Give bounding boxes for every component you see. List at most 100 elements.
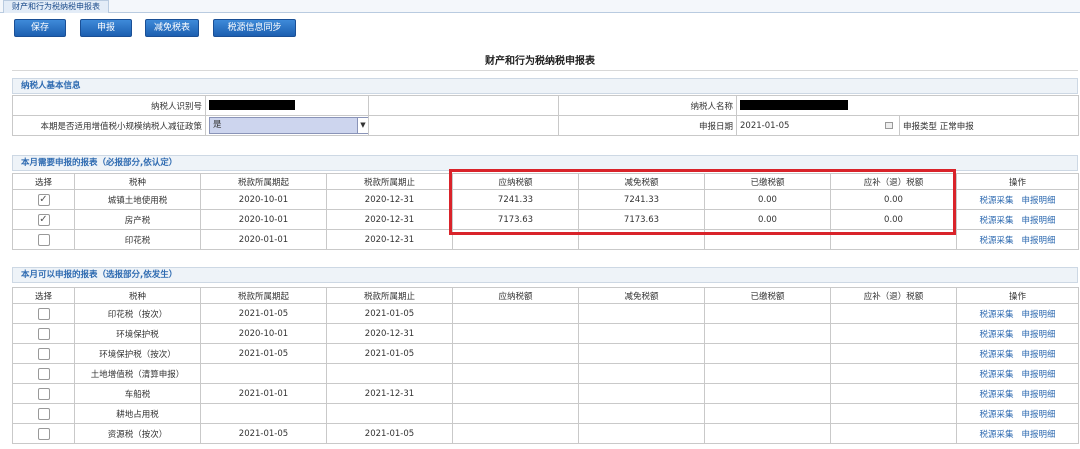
declare-detail-link[interactable]: 申报明细 [1022, 390, 1056, 400]
calendar-icon[interactable] [885, 121, 894, 129]
col-tax-payable: 应补（退）税额 [830, 287, 957, 304]
period-end: 2021-01-05 [326, 303, 453, 324]
period-end: 2021-12-31 [326, 383, 453, 404]
tax-type: 车船税 [74, 383, 201, 404]
period-end: 2021-01-05 [326, 423, 453, 444]
row-checkbox[interactable] [37, 407, 50, 420]
declare-detail-link[interactable]: 申报明细 [1022, 196, 1056, 206]
declare-detail-link[interactable]: 申报明细 [1022, 370, 1056, 380]
period-start [200, 363, 327, 384]
tax-relief: 7173.63 [578, 209, 705, 230]
col-period-start: 税款所属期起 [200, 173, 327, 190]
declare-detail-link[interactable]: 申报明细 [1022, 330, 1056, 340]
tax-payable: 0.00 [830, 209, 957, 230]
period-start: 2020-10-01 [200, 189, 327, 210]
col-tax-due: 应纳税额 [452, 287, 579, 304]
tax-payable [830, 229, 957, 250]
col-tax-type: 税种 [74, 173, 201, 190]
policy-select[interactable]: 是 ▼ [209, 117, 368, 134]
save-button[interactable]: 保存 [14, 19, 66, 37]
period-start: 2020-01-01 [200, 229, 327, 250]
tax-source-collect-link[interactable]: 税源采集 [979, 410, 1013, 420]
tax-source-collect-link[interactable]: 税源采集 [979, 216, 1013, 226]
taxpayer-name-value [736, 95, 1079, 116]
col-select: 选择 [12, 287, 75, 304]
redaction-bar [209, 100, 295, 111]
tab-bar: 财产和行为税纳税申报表 [0, 0, 1080, 13]
period-start: 2021-01-05 [200, 423, 327, 444]
declare-detail-link[interactable]: 申报明细 [1022, 236, 1056, 246]
tax-type: 印花税 [74, 229, 201, 250]
tax-source-collect-link[interactable]: 税源采集 [979, 236, 1013, 246]
tax-source-collect-link[interactable]: 税源采集 [979, 196, 1013, 206]
blank-cell [368, 95, 559, 116]
tax-source-collect-link[interactable]: 税源采集 [979, 370, 1013, 380]
tax-source-collect-link[interactable]: 税源采集 [979, 430, 1013, 440]
date-cell[interactable]: 2021-01-05 [736, 115, 900, 136]
table-row: 环境保护税 2020-10-01 2020-12-31 税源采集 申报明细 [12, 323, 1079, 344]
date-label: 申报日期 [558, 115, 737, 136]
row-checkbox[interactable] [37, 367, 50, 380]
policy-label: 本期是否适用增值税小规模纳税人减征政策 [12, 115, 206, 136]
tax-paid: 0.00 [704, 189, 831, 210]
declare-detail-link[interactable]: 申报明细 [1022, 430, 1056, 440]
table-row: 印花税 2020-01-01 2020-12-31 税源采集 申报明细 [12, 229, 1079, 250]
tax-paid [704, 229, 831, 250]
section-basic-info-heading: 纳税人基本信息 [12, 78, 1078, 94]
table-row: 土地增值税（清算申报） 税源采集 申报明细 [12, 363, 1079, 384]
tax-source-collect-link[interactable]: 税源采集 [979, 330, 1013, 340]
chevron-down-icon[interactable]: ▼ [357, 118, 368, 133]
sync-tax-source-button[interactable]: 税源信息同步 [213, 19, 296, 37]
col-tax-relief: 减免税额 [578, 173, 705, 190]
row-checkbox[interactable]: ✓ [37, 193, 50, 206]
col-tax-paid: 已缴税额 [704, 173, 831, 190]
section-optional-heading: 本月可以申报的报表（选报部分,依发生） [12, 267, 1078, 283]
tax-source-collect-link[interactable]: 税源采集 [979, 390, 1013, 400]
row-checkbox[interactable] [37, 347, 50, 360]
reduce-tax-button[interactable]: 减免税表 [145, 19, 199, 37]
row-checkbox[interactable] [37, 233, 50, 246]
period-end: 2020-12-31 [326, 323, 453, 344]
basic-info-table: 纳税人识别号 纳税人名称 本期是否适用增值税小规模纳税人减征政策 是 ▼ 申报日期… [12, 95, 1079, 136]
policy-cell: 是 ▼ [205, 115, 369, 136]
period-end [326, 363, 453, 384]
col-tax-payable: 应补（退）税额 [830, 173, 957, 190]
optional-table: 选择 税种 税款所属期起 税款所属期止 应纳税额 减免税额 已缴税额 应补（退）… [12, 287, 1079, 444]
tax-type: 环境保护税（按次） [74, 343, 201, 364]
period-start: 2021-01-05 [200, 303, 327, 324]
table-row: ✓ 城镇土地使用税 2020-10-01 2020-12-31 7241.33 … [12, 189, 1079, 210]
tax-payable: 0.00 [830, 189, 957, 210]
row-checkbox[interactable] [37, 307, 50, 320]
period-start: 2021-01-05 [200, 343, 327, 364]
tab-property-tax-form[interactable]: 财产和行为税纳税申报表 [3, 0, 109, 13]
row-checkbox[interactable] [37, 387, 50, 400]
declare-button[interactable]: 申报 [80, 19, 132, 37]
col-period-start: 税款所属期起 [200, 287, 327, 304]
period-start: 2020-10-01 [200, 209, 327, 230]
col-tax-paid: 已缴税额 [704, 287, 831, 304]
table-row: 资源税（按次） 2021-01-05 2021-01-05 税源采集 申报明细 [12, 423, 1079, 444]
tax-type: 耕地占用税 [74, 403, 201, 424]
tax-source-collect-link[interactable]: 税源采集 [979, 350, 1013, 360]
declare-detail-link[interactable]: 申报明细 [1022, 310, 1056, 320]
declare-detail-link[interactable]: 申报明细 [1022, 350, 1056, 360]
tax-due [452, 229, 579, 250]
date-value: 2021-01-05 [740, 120, 790, 131]
tax-source-collect-link[interactable]: 税源采集 [979, 310, 1013, 320]
period-end: 2021-01-05 [326, 343, 453, 364]
required-table: 选择 税种 税款所属期起 税款所属期止 应纳税额 减免税额 已缴税额 应补（退）… [12, 173, 1079, 250]
declare-detail-link[interactable]: 申报明细 [1022, 410, 1056, 420]
col-period-end: 税款所属期止 [326, 287, 453, 304]
period-end [326, 403, 453, 424]
row-checkbox[interactable] [37, 327, 50, 340]
type-value: 正常申报 [939, 121, 974, 132]
tax-type: 房产税 [74, 209, 201, 230]
tax-relief [578, 229, 705, 250]
row-checkbox[interactable] [37, 427, 50, 440]
declare-detail-link[interactable]: 申报明细 [1022, 216, 1056, 226]
taxpayer-id-label: 纳税人识别号 [12, 95, 206, 116]
tax-due: 7241.33 [452, 189, 579, 210]
row-checkbox[interactable]: ✓ [37, 213, 50, 226]
period-start: 2020-10-01 [200, 323, 327, 344]
type-cell: 申报类型 正常申报 [899, 115, 1079, 136]
